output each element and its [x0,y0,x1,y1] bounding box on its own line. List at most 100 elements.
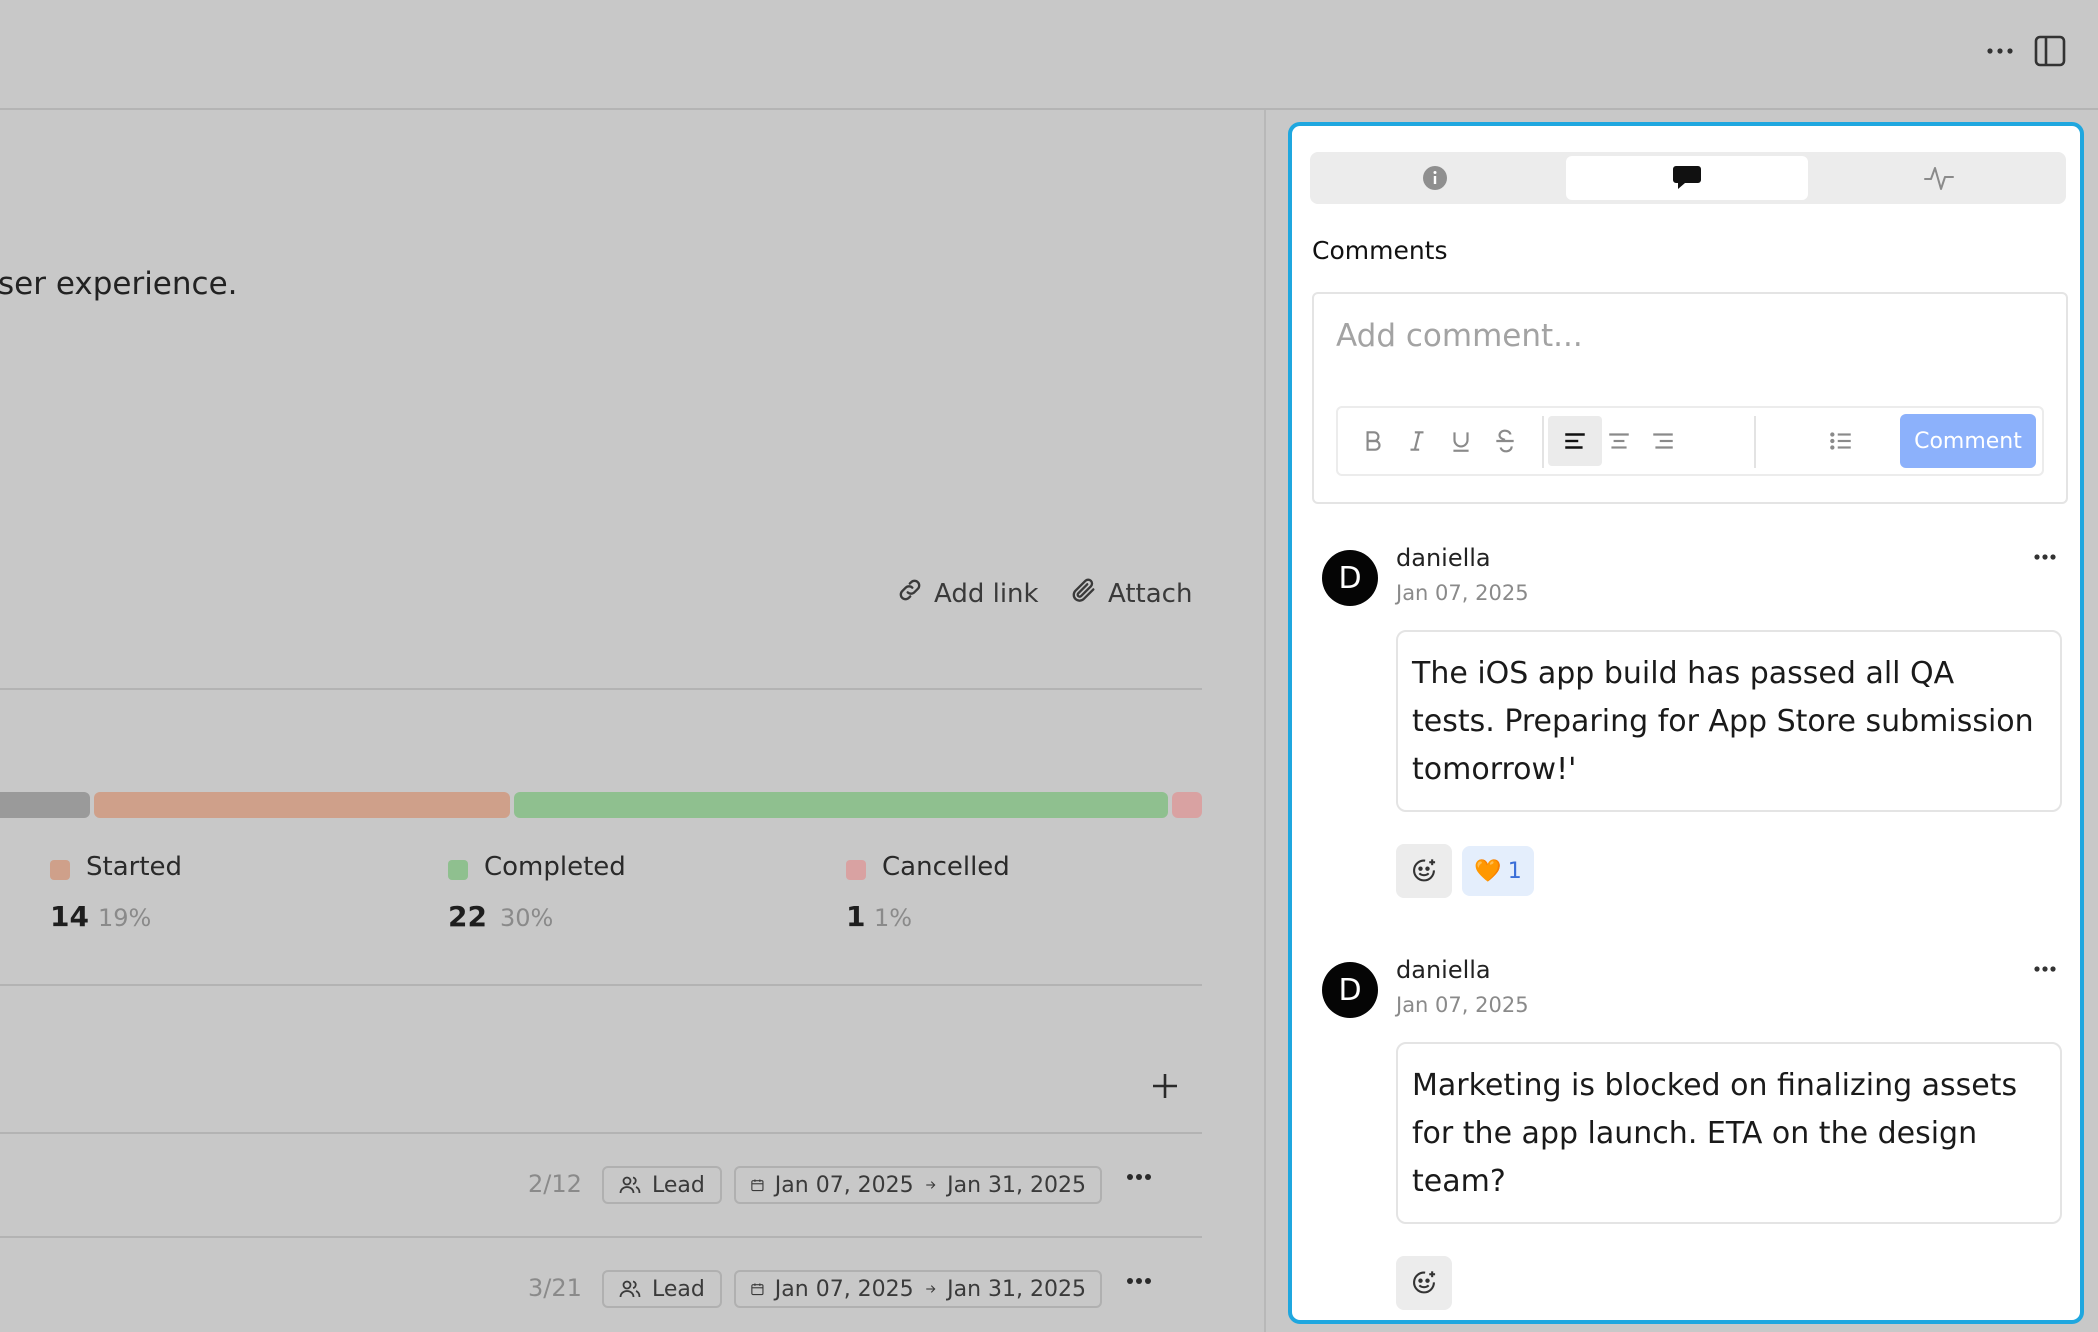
progress-segment-other [0,792,90,818]
legend-count: 14 [50,900,89,933]
italic-icon [1410,431,1424,451]
bullet-list-button[interactable] [1814,416,1868,466]
top-bar [0,0,2098,110]
align-right-button[interactable] [1636,416,1690,466]
legend-percent: 1% [874,904,913,932]
strikethrough-icon [1496,429,1514,453]
reaction-count: 1 [1507,858,1522,884]
tab-comments[interactable] [1566,156,1808,200]
legend-swatch [448,860,468,880]
comment-body: Marketing is blocked on finalizing asset… [1396,1042,2062,1224]
link-icon [896,576,924,611]
add-link-label: Add link [934,578,1039,609]
end-date: Jan 31, 2025 [947,1172,1086,1198]
strikethrough-button[interactable] [1478,416,1532,466]
divider [0,984,1202,986]
legend-label: Cancelled [882,852,1010,882]
progress-segment-started [94,792,510,818]
activity-icon [1924,167,1954,190]
align-center-icon [1609,433,1629,449]
legend-count: 1 [846,900,866,933]
tab-activity[interactable] [1818,156,2060,200]
more-horizontal-icon [1127,1278,1151,1284]
legend-swatch [846,860,866,880]
main-content: ser experience. Add link Attach Started … [0,110,1266,1332]
row-progress-count: 3/21 [528,1274,582,1302]
info-icon [1423,166,1447,190]
editor-toolbar: Comment [1336,406,2044,476]
calendar-icon [751,1179,764,1192]
progress-segment-cancelled [1172,792,1202,818]
row-progress-count: 2/12 [528,1170,582,1198]
add-reaction-button[interactable] [1396,844,1452,898]
comment-date: Jan 07, 2025 [1396,581,1529,605]
arrow-right-icon [925,1181,936,1189]
comment-date: Jan 07, 2025 [1396,993,1529,1017]
legend-label: Started [86,852,183,882]
arrow-right-icon [925,1285,936,1293]
legend-count: 22 [448,900,487,933]
paperclip-icon [1070,576,1098,611]
comment-author: daniella [1396,956,1491,984]
more-horizontal-icon [1127,1174,1151,1180]
calendar-icon [751,1283,764,1296]
plus-icon [1153,1074,1177,1098]
align-right-icon [1653,433,1673,449]
comment-submit-button[interactable]: Comment [1900,414,2036,468]
reaction-badge[interactable]: 🧡 1 [1462,846,1534,896]
legend-label: Completed [484,852,626,882]
bold-icon [1366,431,1381,451]
toolbar-separator [1542,416,1544,468]
comment-body: The iOS app build has passed all QA test… [1396,630,2062,812]
progress-segment-completed [514,792,1168,818]
date-range-chip[interactable]: Jan 07, 2025 Jan 31, 2025 [734,1166,1102,1204]
attach-button[interactable]: Attach [1070,576,1192,611]
description-text: ser experience. [0,266,238,302]
more-horizontal-icon [2034,554,2056,560]
avatar: D [1322,962,1378,1018]
comment-editor[interactable]: Add comment... Comment [1312,292,2068,504]
comment-input[interactable]: Add comment... [1336,318,1583,354]
comment-icon [1673,166,1701,189]
align-left-icon [1565,433,1585,449]
tab-info[interactable] [1314,156,1556,200]
panel-tabs [1310,152,2066,204]
avatar: D [1322,550,1378,606]
lead-label: Lead [652,1172,705,1198]
start-date: Jan 07, 2025 [774,1276,914,1302]
comment-more-button[interactable] [2032,956,2058,989]
add-item-button[interactable] [1150,1068,1180,1108]
divider [0,1132,1202,1134]
legend-percent: 19% [98,904,152,932]
date-range-chip[interactable]: Jan 07, 2025 Jan 31, 2025 [734,1270,1102,1308]
orange-heart-icon: 🧡 [1474,858,1502,884]
bullet-list-icon [1830,432,1851,450]
end-date: Jan 31, 2025 [947,1276,1086,1302]
toolbar-separator [1754,416,1756,468]
divider [0,1236,1202,1238]
users-icon [619,1176,641,1194]
add-reaction-button[interactable] [1396,1256,1452,1310]
comments-heading: Comments [1312,236,1448,265]
comments-panel: Comments Add comment... Comment D daniel… [1288,122,2084,1324]
users-icon [619,1280,641,1298]
more-options-icon[interactable] [1982,34,2018,68]
lead-chip[interactable]: Lead [602,1166,722,1204]
row-more-button[interactable] [1124,1266,1154,1304]
emoji-add-icon [1413,1271,1436,1294]
legend-percent: 30% [500,904,554,932]
comment-more-button[interactable] [2032,544,2058,577]
add-link-button[interactable]: Add link [896,576,1039,611]
lead-label: Lead [652,1276,705,1302]
emoji-add-icon [1413,859,1436,882]
start-date: Jan 07, 2025 [774,1172,914,1198]
comment-author: daniella [1396,544,1491,572]
more-horizontal-icon [2034,966,2056,972]
lead-chip[interactable]: Lead [602,1270,722,1308]
row-more-button[interactable] [1124,1162,1154,1200]
legend-swatch [50,860,70,880]
divider [0,688,1202,690]
underline-icon [1453,432,1469,452]
attach-label: Attach [1108,578,1193,609]
sidebar-panel-icon[interactable] [2032,34,2068,68]
